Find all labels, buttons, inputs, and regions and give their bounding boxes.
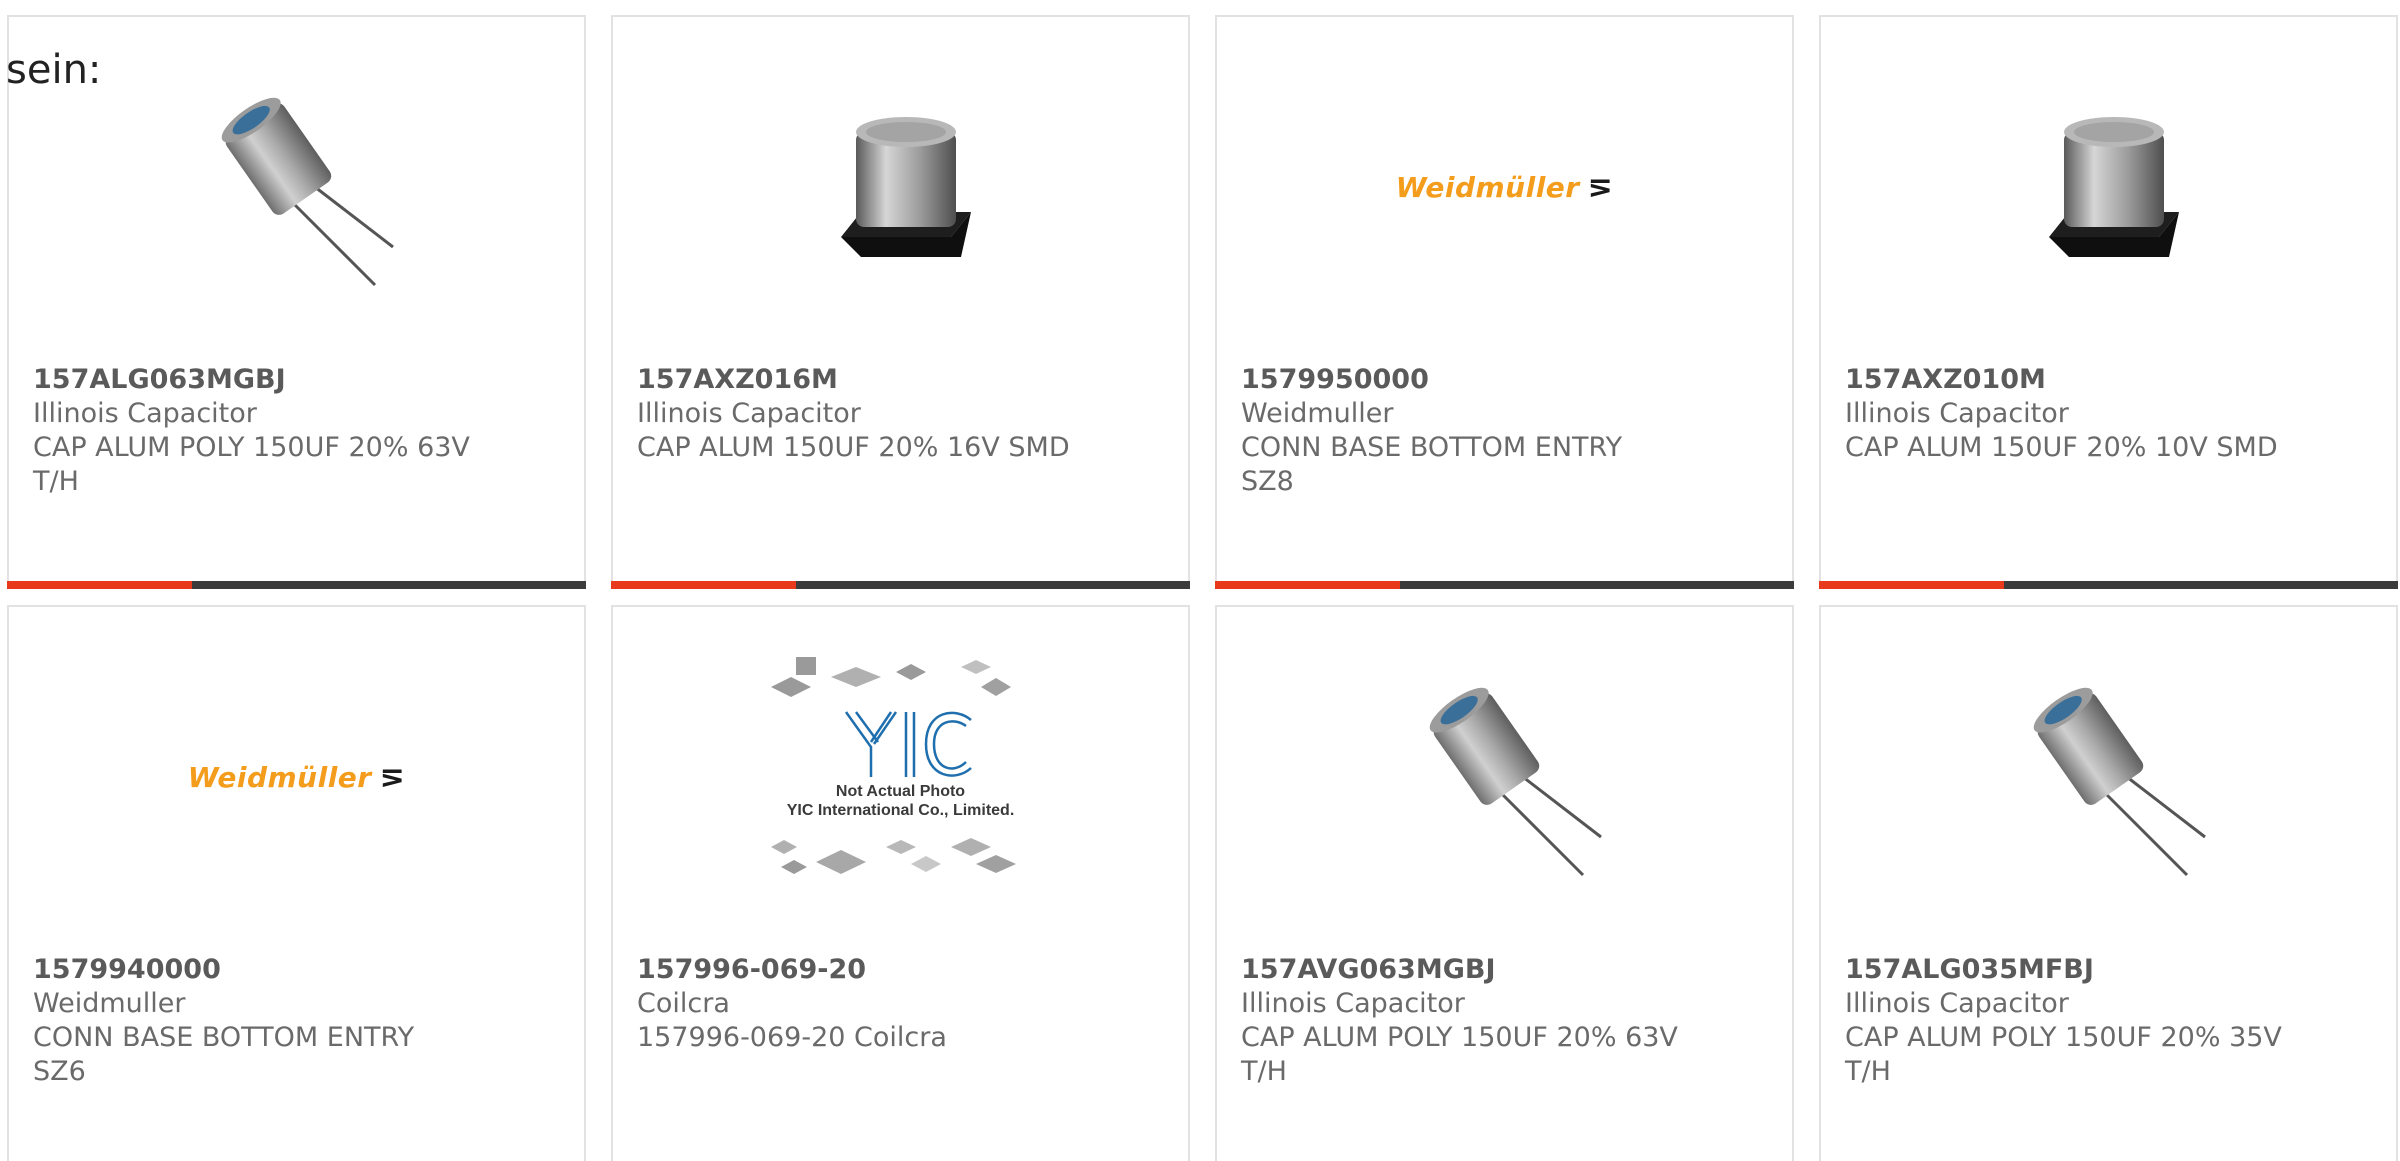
weidmuller-logo-text: Weidmüller — [1395, 170, 1580, 204]
card-progress-bar — [1215, 581, 1794, 589]
radial-capacitor-icon — [1429, 687, 1602, 877]
product-description: CAP ALUM 150UF 20% 10V SMD — [1845, 432, 2278, 463]
product-image[interactable] — [1821, 667, 2396, 887]
product-info: 157ALG035MFBJ Illinois Capacitor CAP ALUM … — [1845, 953, 2286, 1089]
placeholder-line-2: YIC International Co., Limited. — [786, 802, 1015, 819]
product-description: CONN BASE BOTTOM ENTRY SZ8 — [1241, 432, 1623, 497]
product-info: 157ALG063MGBJ Illinois Capacitor CAP ALUM … — [33, 363, 474, 499]
product-card[interactable]: 157AXZ010M Illinois Capacitor CAP ALUM 150… — [1819, 15, 2398, 589]
smd-capacitor-icon — [2048, 117, 2179, 257]
product-image[interactable]: Not Actual Photo YIC International Co., L… — [613, 657, 1188, 887]
progress-fill — [1819, 581, 2005, 589]
part-number-link[interactable]: 1579940000 — [33, 953, 474, 987]
manufacturer: Illinois Capacitor — [1845, 988, 2069, 1019]
page: sein: 157ALG063MGBJ Illinois Capacitor CAP… — [0, 0, 2400, 1161]
product-description: CAP ALUM POLY 150UF 20% 63V T/H — [33, 432, 470, 497]
chip-placeholder-icon — [770, 657, 1016, 874]
weidmuller-mark-icon: ⋝ — [1587, 169, 1614, 205]
weidmuller-logo: Weidmüller ⋝ — [1396, 170, 1613, 205]
product-info: 157AVG063MGBJ Illinois Capacitor CAP ALUM … — [1241, 953, 1682, 1089]
manufacturer: Weidmuller — [33, 988, 186, 1019]
product-info: 1579940000 Weidmuller CONN BASE BOTTOM ENT… — [33, 953, 474, 1089]
manufacturer: Illinois Capacitor — [1241, 988, 1465, 1019]
product-image[interactable] — [613, 77, 1188, 297]
product-info: 157996-069-20 Coilcra 157996-069-20 Coilcr… — [637, 953, 1078, 1055]
product-card[interactable]: Weidmüller ⋝ 1579940000 Weidmuller CONN BASE… — [7, 605, 586, 1161]
manufacturer: Coilcra — [637, 988, 730, 1019]
product-description: CAP ALUM 150UF 20% 16V SMD — [637, 432, 1070, 463]
weidmuller-mark-icon: ⋝ — [379, 759, 406, 795]
part-number-link[interactable]: 157ALG063MGBJ — [33, 363, 474, 397]
manufacturer: Illinois Capacitor — [637, 398, 861, 429]
part-number-link[interactable]: 157AXZ016M — [637, 363, 1078, 397]
yic-placeholder-image: Not Actual Photo YIC International Co., L… — [756, 652, 1046, 902]
progress-fill — [1215, 581, 1401, 589]
progress-fill — [611, 581, 797, 589]
card-progress-bar — [7, 581, 586, 589]
product-description: 157996-069-20 Coilcra — [637, 1022, 947, 1053]
product-description: CAP ALUM POLY 150UF 20% 63V T/H — [1241, 1022, 1678, 1087]
product-info: 157AXZ016M Illinois Capacitor CAP ALUM 150… — [637, 363, 1078, 465]
product-card[interactable]: 157AVG063MGBJ Illinois Capacitor CAP ALUM … — [1215, 605, 1794, 1161]
product-image[interactable] — [1821, 77, 2396, 297]
part-number-link[interactable]: 157996-069-20 — [637, 953, 1078, 987]
radial-capacitor-icon — [2033, 687, 2206, 877]
product-image[interactable] — [9, 77, 584, 297]
part-number-link[interactable]: 1579950000 — [1241, 363, 1682, 397]
product-description: CAP ALUM POLY 150UF 20% 35V T/H — [1845, 1022, 2282, 1087]
part-number-link[interactable]: 157AXZ010M — [1845, 363, 2286, 397]
card-progress-bar — [611, 581, 1190, 589]
radial-capacitor-icon — [221, 97, 394, 287]
card-progress-bar — [1819, 581, 2398, 589]
product-image[interactable]: Weidmüller ⋝ — [1217, 77, 1792, 297]
product-info: 1579950000 Weidmuller CONN BASE BOTTOM ENT… — [1241, 363, 1682, 499]
product-description: CONN BASE BOTTOM ENTRY SZ6 — [33, 1022, 415, 1087]
part-number-link[interactable]: 157AVG063MGBJ — [1241, 953, 1682, 987]
manufacturer: Illinois Capacitor — [33, 398, 257, 429]
section-heading: sein: — [6, 47, 102, 93]
manufacturer: Illinois Capacitor — [1845, 398, 2069, 429]
product-card[interactable]: 157AXZ016M Illinois Capacitor CAP ALUM 150… — [611, 15, 1190, 589]
part-number-link[interactable]: 157ALG035MFBJ — [1845, 953, 2286, 987]
weidmuller-logo: Weidmüller ⋝ — [188, 760, 405, 795]
product-card[interactable]: Not Actual Photo YIC International Co., L… — [611, 605, 1190, 1161]
manufacturer: Weidmuller — [1241, 398, 1394, 429]
product-image[interactable] — [1217, 667, 1792, 887]
product-card[interactable]: 157ALG063MGBJ Illinois Capacitor CAP ALUM … — [7, 15, 586, 589]
smd-capacitor-icon — [840, 117, 971, 257]
placeholder-caption: Not Actual Photo YIC International Co., L… — [756, 782, 1046, 820]
product-info: 157AXZ010M Illinois Capacitor CAP ALUM 150… — [1845, 363, 2286, 465]
product-card[interactable]: 157ALG035MFBJ Illinois Capacitor CAP ALUM … — [1819, 605, 2398, 1161]
product-card[interactable]: Weidmüller ⋝ 1579950000 Weidmuller CONN BASE… — [1215, 15, 1794, 589]
progress-fill — [7, 581, 193, 589]
product-image[interactable]: Weidmüller ⋝ — [9, 667, 584, 887]
placeholder-line-1: Not Actual Photo — [835, 783, 966, 800]
weidmuller-logo-text: Weidmüller — [187, 760, 372, 794]
